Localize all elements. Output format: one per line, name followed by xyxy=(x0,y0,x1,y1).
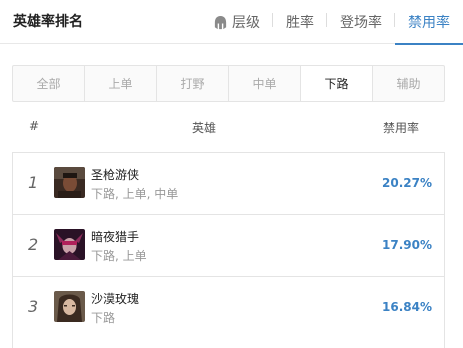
ban-rate: 17.90% xyxy=(382,238,432,252)
tab-winrate[interactable]: 胜率 xyxy=(273,0,327,44)
table-row[interactable]: 2 暗夜猎手 下路, 上单 17.90% xyxy=(12,214,445,276)
tab-winrate-label: 胜率 xyxy=(286,15,314,31)
lane-support[interactable]: 辅助 xyxy=(373,66,444,101)
hero-avatar xyxy=(54,167,85,198)
ban-rate: 20.27% xyxy=(382,176,432,190)
table-row[interactable]: 1 圣枪游侠 下路, 上单, 中单 20.27% xyxy=(12,152,445,214)
table-row[interactable]: 3 沙漠玫瑰 下路 16.84% xyxy=(12,276,445,348)
table-header: # 英雄 禁用率 xyxy=(0,114,463,140)
hero-positions: 下路, 上单, 中单 xyxy=(91,187,179,201)
lane-top[interactable]: 上单 xyxy=(85,66,157,101)
hero-name: 沙漠玫瑰 xyxy=(91,292,140,306)
helmet-icon xyxy=(214,15,227,29)
lane-bottom[interactable]: 下路 xyxy=(301,66,373,101)
tab-tier[interactable]: 层级 xyxy=(200,0,273,44)
tab-pickrate-label: 登场率 xyxy=(340,15,382,31)
lane-filter: 全部 上单 打野 中单 下路 辅助 xyxy=(12,65,445,102)
lane-all[interactable]: 全部 xyxy=(13,66,85,101)
ban-rate: 16.84% xyxy=(382,300,432,314)
rank-number: 2 xyxy=(28,235,39,254)
hero-positions: 下路 xyxy=(91,311,116,325)
page-title: 英雄率排名 xyxy=(13,14,83,30)
hero-positions: 下路, 上单 xyxy=(91,249,147,263)
lane-jungle[interactable]: 打野 xyxy=(157,66,229,101)
header-bar: 英雄率排名 层级 胜率 登场率 禁用率 xyxy=(0,0,463,45)
column-hero: 英雄 xyxy=(192,121,217,135)
tab-pickrate[interactable]: 登场率 xyxy=(327,0,395,44)
rank-number: 3 xyxy=(28,297,39,316)
ranking-tabs: 层级 胜率 登场率 禁用率 xyxy=(200,0,463,45)
hero-avatar xyxy=(54,291,85,322)
lane-mid[interactable]: 中单 xyxy=(229,66,301,101)
hero-name: 圣枪游侠 xyxy=(91,168,140,182)
column-banrate[interactable]: 禁用率 xyxy=(383,119,419,136)
rank-number: 1 xyxy=(28,173,39,192)
tab-banrate-label: 禁用率 xyxy=(408,15,450,31)
hero-name: 暗夜猎手 xyxy=(91,230,140,244)
tab-banrate[interactable]: 禁用率 xyxy=(395,0,463,45)
column-rank: # xyxy=(29,119,40,133)
hero-avatar xyxy=(54,229,85,260)
tab-tier-label: 层级 xyxy=(232,15,260,31)
